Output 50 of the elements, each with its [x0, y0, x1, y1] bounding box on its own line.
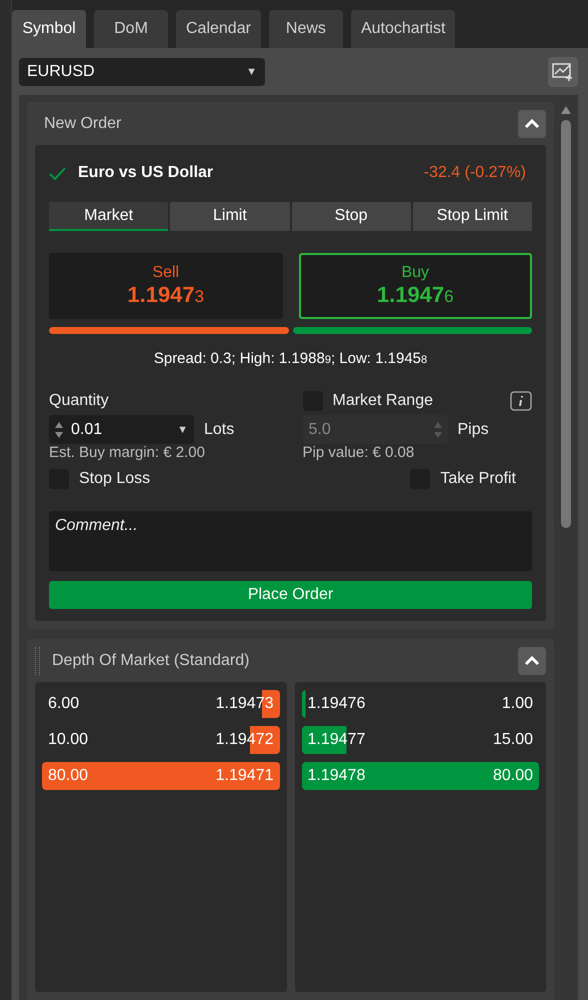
checkbox-label: Stop Loss [79, 470, 150, 488]
volume-cell: 6.00 [48, 695, 80, 713]
chart-plus-icon [552, 62, 574, 82]
quantity-label: Quantity [49, 391, 110, 411]
spinner-icon [434, 420, 442, 438]
volume-cell: 1.00 [502, 695, 533, 713]
chevron-up-icon [524, 118, 540, 128]
tab[interactable]: Calendar [176, 10, 261, 48]
drag-handle-icon[interactable] [35, 646, 40, 674]
tab[interactable]: News [268, 10, 343, 48]
price-change: -32.4 (-0.27%) [424, 164, 526, 182]
tab[interactable]: Autochartist [350, 10, 456, 48]
collapse-button[interactable] [518, 110, 546, 138]
scrollbar-thumb[interactable] [561, 120, 571, 528]
checkbox-label: Take Profit [440, 470, 516, 488]
info-icon[interactable] [510, 391, 532, 411]
tab[interactable]: Symbol [12, 10, 86, 48]
panel-title: New Order [43, 114, 122, 132]
quantity-field[interactable]: 0.01 ▼ [49, 415, 194, 444]
unit-label: Pips [458, 420, 489, 438]
order-type-tab[interactable]: Stop [292, 202, 411, 231]
chevron-up-icon [524, 656, 540, 666]
margin-info: Est. Buy margin: € 2.00 [49, 444, 206, 461]
order-type-tab[interactable]: Limit [170, 202, 290, 231]
check-icon [49, 166, 66, 180]
volume-cell: 80.00 [48, 767, 88, 785]
comment-field[interactable]: Comment... [49, 511, 532, 571]
checkbox-label: Market Range [332, 392, 433, 410]
place-order-button[interactable]: Place Order [49, 581, 532, 609]
unit-label: Lots [204, 420, 234, 438]
panel-title: Depth Of Market (Standard) [51, 652, 250, 670]
volume-cell: 80.00 [492, 767, 533, 785]
buy-button[interactable]: Buy 1.19476 [298, 253, 532, 319]
order-type-tab[interactable]: Stop Limit [412, 202, 532, 231]
spinner-icon [55, 420, 63, 438]
order-type-tab[interactable]: Market [49, 202, 168, 231]
sell-button[interactable]: Sell 1.19473 [49, 253, 282, 319]
collapse-button[interactable] [518, 646, 546, 674]
volume-cell: 10.00 [48, 731, 88, 749]
tab[interactable]: DoM [94, 10, 168, 48]
add-chart-button[interactable] [548, 57, 578, 87]
scroll-up-icon[interactable] [561, 106, 571, 114]
instrument-name: Euro vs US Dollar [78, 164, 214, 182]
symbol-select[interactable]: EURUSD ▼ [19, 58, 265, 86]
price-cell: 1.19471 [216, 767, 274, 785]
pip-value: Pip value: € 0.08 [302, 444, 416, 461]
price-cell: 1.19478 [308, 767, 366, 785]
price-cell: 1.19476 [308, 695, 366, 713]
price-cell: 1.19477 [308, 731, 366, 749]
volume-cell: 15.00 [492, 731, 533, 749]
